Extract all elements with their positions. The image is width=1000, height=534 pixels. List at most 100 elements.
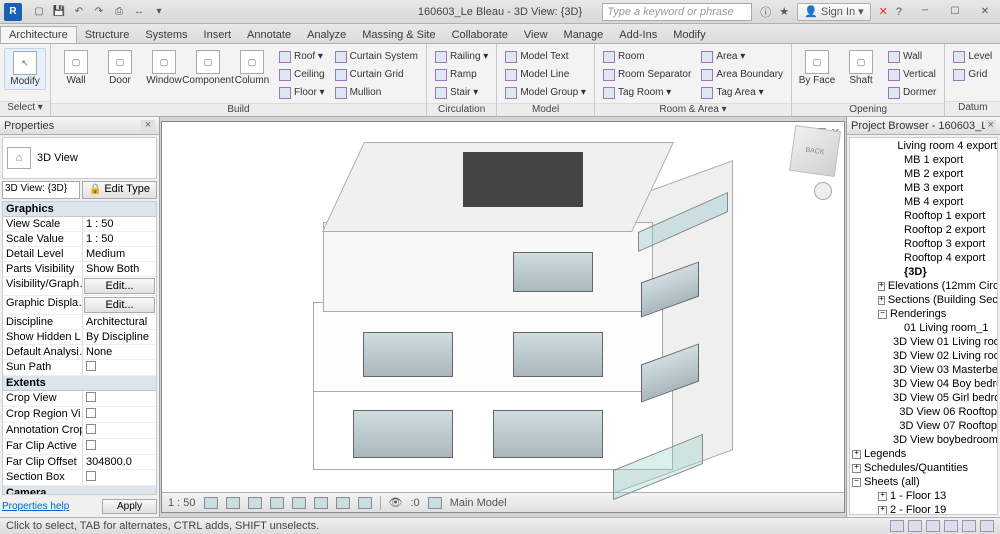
select-links-icon[interactable] [926,520,940,532]
hide-isolate-icon[interactable] [358,497,372,509]
prop-row[interactable]: DisciplineArchitectural [3,315,156,330]
curtain-grid-button[interactable]: Curtain Grid [331,66,422,83]
shadows-icon[interactable] [270,497,284,509]
tree-node[interactable]: 3D View 03 Masterbedro [850,363,997,377]
tab-analyze[interactable]: Analyze [299,27,354,43]
open-icon[interactable]: ▢ [32,5,46,19]
roof--button[interactable]: Roof ▾ [275,48,329,65]
room-separator-button[interactable]: Room Separator [599,66,695,83]
save-icon[interactable]: 💾 [52,5,66,19]
tree-node[interactable]: MB 2 export [850,167,997,181]
tree-node[interactable]: Rooftop 3 export [850,237,997,251]
tab-annotate[interactable]: Annotate [239,27,299,43]
railing--button[interactable]: Railing ▾ [431,48,492,65]
info-icon[interactable]: ⓘ [760,4,771,20]
help-icon[interactable]: ? [896,6,902,18]
render-icon[interactable] [292,497,306,509]
tree-node[interactable]: 3D View 05 Girl bedroor [850,391,997,405]
component-button[interactable]: ▢Component [187,48,229,88]
tree-node[interactable]: Living room 4 export [850,139,997,153]
grid-button[interactable]: Grid [949,66,996,83]
properties-help-link[interactable]: Properties help [2,501,69,512]
crop-region-icon[interactable] [336,497,350,509]
expand-icon[interactable]: + [878,492,887,501]
minimize-icon[interactable]: ─ [910,2,940,22]
tree-node[interactable]: 3D View 07 Rooftop [850,419,997,433]
tree-node[interactable]: MB 1 export [850,153,997,167]
tree-node[interactable]: Rooftop 2 export [850,223,997,237]
apply-button[interactable]: Apply [102,499,157,514]
prop-row[interactable]: Show Hidden L…By Discipline [3,330,156,345]
type-selector[interactable]: ⌂ 3D View [2,137,157,179]
sign-in-button[interactable]: 👤 Sign In ▾ [797,3,870,21]
prop-row[interactable]: Graphic Displa…Edit... [3,296,156,315]
prop-group[interactable]: Graphics [3,202,156,217]
tree-node[interactable]: +Legends [850,447,997,461]
tree-node[interactable]: 3D View 06 Rooftop [850,405,997,419]
crop-icon[interactable] [314,497,328,509]
3d-viewport[interactable]: ─ ☐ ✕ BACK 1 : 50 [161,121,845,513]
model-group--button[interactable]: Model Group ▾ [501,84,590,101]
close-icon[interactable]: ✕ [970,2,1000,22]
wall-button[interactable]: Wall [884,48,940,65]
view-scale[interactable]: 1 : 50 [168,497,196,509]
level-button[interactable]: Level [949,48,996,65]
prop-group[interactable]: Camera [3,486,156,495]
worksets-icon[interactable] [428,497,442,509]
zoom-value[interactable]: :0 [411,497,420,509]
tree-node[interactable]: −Renderings [850,307,997,321]
tab-collaborate[interactable]: Collaborate [444,27,516,43]
undo-icon[interactable]: ↶ [72,5,86,19]
edit-type-button[interactable]: 🔒 Edit Type [82,181,157,199]
selection-filter-icon[interactable] [890,520,904,532]
shaft-button[interactable]: ▢Shaft [840,48,882,88]
model-line-button[interactable]: Model Line [501,66,590,83]
prop-row[interactable]: Parts VisibilityShow Both [3,262,156,277]
prop-row[interactable]: Default Analysi…None [3,345,156,360]
tab-manage[interactable]: Manage [556,27,612,43]
tree-node[interactable]: +1 - Floor 13 [850,489,997,503]
prop-row[interactable]: View Scale1 : 50 [3,217,156,232]
expand-icon[interactable]: + [852,450,861,459]
tab-architecture[interactable]: Architecture [0,26,77,43]
modify-button[interactable]: ↖ Modify [4,48,46,90]
prop-row[interactable]: Scale Value1 : 50 [3,232,156,247]
close-panel-icon[interactable]: × [141,120,155,132]
tree-node[interactable]: 3D View 01 Living room [850,335,997,349]
select-pinned-icon[interactable] [944,520,958,532]
editable-only-icon[interactable] [908,520,922,532]
tab-systems[interactable]: Systems [137,27,195,43]
filter-icon[interactable] [980,520,994,532]
tree-node[interactable]: Rooftop 4 export [850,251,997,265]
star-icon[interactable]: ★ [779,5,789,18]
tab-massing-site[interactable]: Massing & Site [354,27,443,43]
wall-button[interactable]: ▢Wall [55,48,97,88]
tag-area--button[interactable]: Tag Area ▾ [697,84,787,101]
prop-row[interactable]: Visibility/Graph…Edit... [3,277,156,296]
expand-icon[interactable]: − [852,478,861,487]
tree-node[interactable]: +Schedules/Quantities [850,461,997,475]
tree-node[interactable]: −Sheets (all) [850,475,997,489]
by-face-button[interactable]: ▢By Face [796,48,838,88]
floor--button[interactable]: Floor ▾ [275,84,329,101]
tab-view[interactable]: View [516,27,556,43]
help-search-input[interactable]: Type a keyword or phrase [602,3,752,21]
tree-node[interactable]: MB 3 export [850,181,997,195]
qat-dropdown-icon[interactable]: ▾ [152,5,166,19]
exchange-icon[interactable]: ✕ [879,5,888,18]
tree-node[interactable]: +Sections (Building Section) [850,293,997,307]
prop-row[interactable]: Far Clip Active [3,439,156,455]
prop-row[interactable]: Sun Path [3,360,156,376]
prop-group[interactable]: Extents [3,376,156,391]
tree-node[interactable]: MB 4 export [850,195,997,209]
prop-row[interactable]: Far Clip Offset304800.0 [3,455,156,470]
expand-icon[interactable]: + [852,464,861,473]
tab-modify[interactable]: Modify [665,27,713,43]
prop-row[interactable]: Section Box [3,470,156,486]
3d-canvas[interactable] [162,122,844,492]
close-browser-icon[interactable]: × [985,120,996,132]
column-button[interactable]: ▢Column [231,48,273,88]
window-button[interactable]: ▢Window [143,48,185,88]
dormer-button[interactable]: Dormer [884,84,940,101]
drag-icon[interactable] [962,520,976,532]
